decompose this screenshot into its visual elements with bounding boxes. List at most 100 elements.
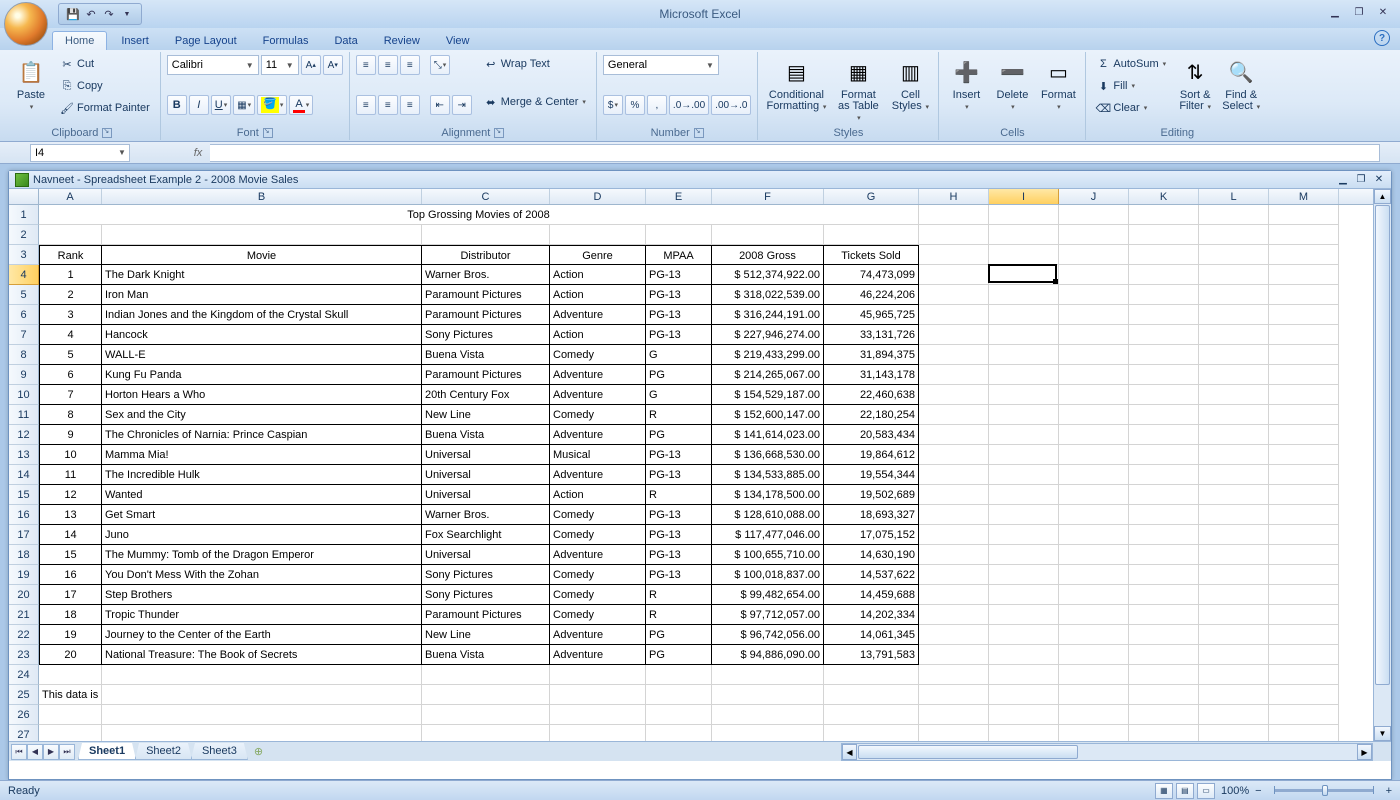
cell[interactable] — [39, 665, 102, 685]
align-bottom-button[interactable]: ≡ — [400, 55, 420, 75]
row-header[interactable]: 5 — [9, 285, 39, 305]
cell[interactable]: 19,502,689 — [824, 485, 919, 505]
doc-minimize-button[interactable]: ▁ — [1335, 174, 1351, 185]
cell[interactable] — [1199, 505, 1269, 525]
cell[interactable]: Musical — [550, 445, 646, 465]
align-top-button[interactable]: ≡ — [356, 55, 376, 75]
cell[interactable]: PG-13 — [646, 545, 712, 565]
cell[interactable]: Action — [550, 285, 646, 305]
cell[interactable] — [1269, 325, 1339, 345]
zoom-out-button[interactable]: − — [1255, 785, 1261, 797]
cell[interactable] — [919, 245, 989, 265]
row-header[interactable]: 16 — [9, 505, 39, 525]
row-header[interactable]: 18 — [9, 545, 39, 565]
cell[interactable]: $ 100,018,837.00 — [712, 565, 824, 585]
cell[interactable] — [646, 225, 712, 245]
insert-button[interactable]: ➕Insert▾ — [945, 54, 987, 115]
bold-button[interactable]: B — [167, 95, 187, 115]
cell[interactable] — [1199, 625, 1269, 645]
cell[interactable] — [1059, 445, 1129, 465]
col-header-L[interactable]: L — [1199, 189, 1269, 204]
row-header[interactable]: 27 — [9, 725, 39, 741]
cell[interactable] — [1129, 645, 1199, 665]
row-header[interactable]: 22 — [9, 625, 39, 645]
col-header-J[interactable]: J — [1059, 189, 1129, 204]
cell[interactable] — [1199, 525, 1269, 545]
italic-button[interactable]: I — [189, 95, 209, 115]
cell[interactable] — [1269, 545, 1339, 565]
cell[interactable]: Adventure — [550, 305, 646, 325]
cell[interactable] — [39, 225, 102, 245]
cell[interactable] — [1269, 605, 1339, 625]
percent-button[interactable]: % — [625, 95, 645, 115]
cell[interactable]: 17 — [39, 585, 102, 605]
col-header-A[interactable]: A — [39, 189, 102, 204]
cell[interactable] — [919, 365, 989, 385]
cell[interactable]: $ 318,022,539.00 — [712, 285, 824, 305]
cell[interactable] — [919, 585, 989, 605]
cell[interactable] — [824, 225, 919, 245]
cell[interactable]: Adventure — [550, 545, 646, 565]
cell[interactable]: Comedy — [550, 525, 646, 545]
cell[interactable] — [1199, 545, 1269, 565]
cell[interactable]: 1 — [39, 265, 102, 285]
clear-button[interactable]: ⌫Clear▾ — [1092, 98, 1170, 118]
cell[interactable]: PG — [646, 625, 712, 645]
cell[interactable] — [1059, 385, 1129, 405]
cell[interactable]: You Don't Mess With the Zohan — [102, 565, 422, 585]
cell[interactable]: $ 141,614,023.00 — [712, 425, 824, 445]
cell[interactable] — [1129, 585, 1199, 605]
cell[interactable]: 46,224,206 — [824, 285, 919, 305]
cell[interactable]: 31,894,375 — [824, 345, 919, 365]
cell[interactable]: New Line — [422, 625, 550, 645]
cell[interactable] — [1129, 265, 1199, 285]
cell[interactable] — [1269, 365, 1339, 385]
cell[interactable]: Comedy — [550, 505, 646, 525]
cell[interactable] — [1129, 565, 1199, 585]
row-header[interactable]: 7 — [9, 325, 39, 345]
cell[interactable]: 22,460,638 — [824, 385, 919, 405]
cell[interactable] — [919, 565, 989, 585]
cell[interactable]: Universal — [422, 485, 550, 505]
sheet-tab-sheet3[interactable]: Sheet3 — [191, 743, 248, 760]
cell[interactable] — [1269, 485, 1339, 505]
cell[interactable] — [824, 725, 919, 741]
row-header[interactable]: 12 — [9, 425, 39, 445]
tab-view[interactable]: View — [434, 32, 482, 50]
cell[interactable] — [1059, 465, 1129, 485]
cell[interactable]: 14,061,345 — [824, 625, 919, 645]
row-header[interactable]: 21 — [9, 605, 39, 625]
cell[interactable]: This data is taken from http://www.the-n… — [39, 685, 102, 705]
cell[interactable] — [1059, 665, 1129, 685]
cell[interactable] — [919, 405, 989, 425]
cell[interactable]: Adventure — [550, 465, 646, 485]
cell[interactable]: 14,630,190 — [824, 545, 919, 565]
cell[interactable] — [989, 305, 1059, 325]
cell[interactable]: Sony Pictures — [422, 565, 550, 585]
cell[interactable]: 5 — [39, 345, 102, 365]
cell[interactable] — [1269, 345, 1339, 365]
cell[interactable]: MPAA — [646, 245, 712, 265]
tab-page-layout[interactable]: Page Layout — [163, 32, 249, 50]
row-header[interactable]: 1 — [9, 205, 39, 225]
cell[interactable] — [550, 225, 646, 245]
zoom-level[interactable]: 100% — [1221, 785, 1249, 797]
cell[interactable]: $ 97,712,057.00 — [712, 605, 824, 625]
cell[interactable]: Buena Vista — [422, 345, 550, 365]
col-header-G[interactable]: G — [824, 189, 919, 204]
cell[interactable]: 74,473,099 — [824, 265, 919, 285]
row-header[interactable]: 15 — [9, 485, 39, 505]
cell[interactable]: $ 134,178,500.00 — [712, 485, 824, 505]
cell[interactable]: Adventure — [550, 645, 646, 665]
cell[interactable]: PG — [646, 425, 712, 445]
cell[interactable] — [919, 265, 989, 285]
font-size-combo[interactable]: 11▼ — [261, 55, 299, 75]
cell[interactable]: Warner Bros. — [422, 505, 550, 525]
orientation-button[interactable]: ⤡▾ — [430, 55, 451, 75]
cell[interactable] — [1199, 725, 1269, 741]
cell[interactable]: 14,537,622 — [824, 565, 919, 585]
cell[interactable]: PG-13 — [646, 505, 712, 525]
cell[interactable] — [1199, 485, 1269, 505]
cell[interactable]: $ 214,265,067.00 — [712, 365, 824, 385]
cell[interactable] — [989, 225, 1059, 245]
